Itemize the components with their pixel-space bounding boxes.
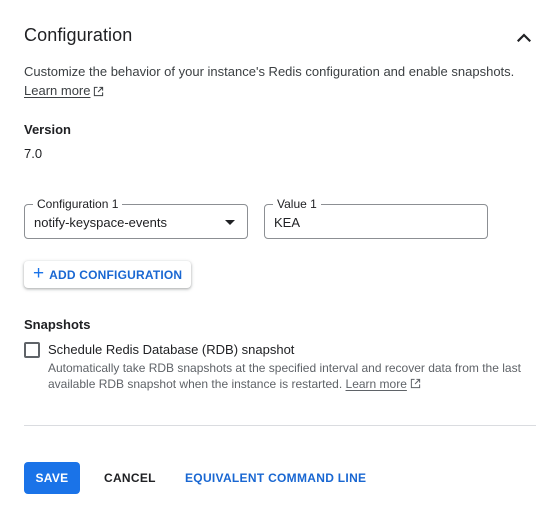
snapshots-label: Snapshots	[24, 317, 91, 332]
save-button[interactable]: SAVE	[24, 462, 80, 494]
open-in-new-icon	[411, 378, 421, 389]
value-input[interactable]: Value 1 KEA	[264, 197, 488, 239]
section-description: Customize the behavior of your instance'…	[24, 64, 515, 79]
version-label: Version	[24, 122, 71, 137]
open-in-new-icon	[94, 86, 104, 96]
configuration-select-value: notify-keyspace-events	[34, 215, 167, 230]
snapshot-learn-more-link[interactable]: Learn more	[346, 377, 407, 391]
rdb-snapshot-help: Automatically take RDB snapshots at the …	[48, 360, 538, 392]
learn-more-label: Learn more	[24, 83, 91, 98]
divider	[24, 425, 536, 426]
chevron-up-icon	[517, 32, 531, 42]
snapshot-learn-more-label: Learn more	[345, 377, 407, 391]
equivalent-command-line-button[interactable]: EQUIVALENT COMMAND LINE	[185, 462, 366, 494]
plus-icon: +	[33, 263, 45, 284]
rdb-snapshot-checkbox[interactable]	[24, 342, 40, 358]
configuration-select-label: Configuration 1	[33, 197, 123, 211]
learn-more-link[interactable]: Learn more	[24, 83, 104, 99]
dropdown-arrow-icon	[225, 220, 235, 225]
version-value: 7.0	[24, 146, 43, 161]
rdb-snapshot-help-text: Automatically take RDB snapshots at the …	[48, 361, 521, 391]
configuration-select[interactable]: Configuration 1 notify-keyspace-events	[24, 197, 248, 239]
collapse-button[interactable]	[512, 26, 536, 48]
add-configuration-label: ADD CONFIGURATION	[49, 267, 183, 282]
section-title: Configuration	[24, 25, 133, 45]
value-input-value: KEA	[274, 215, 301, 230]
cancel-button[interactable]: CANCEL	[104, 462, 156, 494]
rdb-snapshot-label: Schedule Redis Database (RDB) snapshot	[48, 342, 295, 357]
value-input-label: Value 1	[273, 197, 321, 211]
add-configuration-button[interactable]: + ADD CONFIGURATION	[24, 261, 191, 288]
